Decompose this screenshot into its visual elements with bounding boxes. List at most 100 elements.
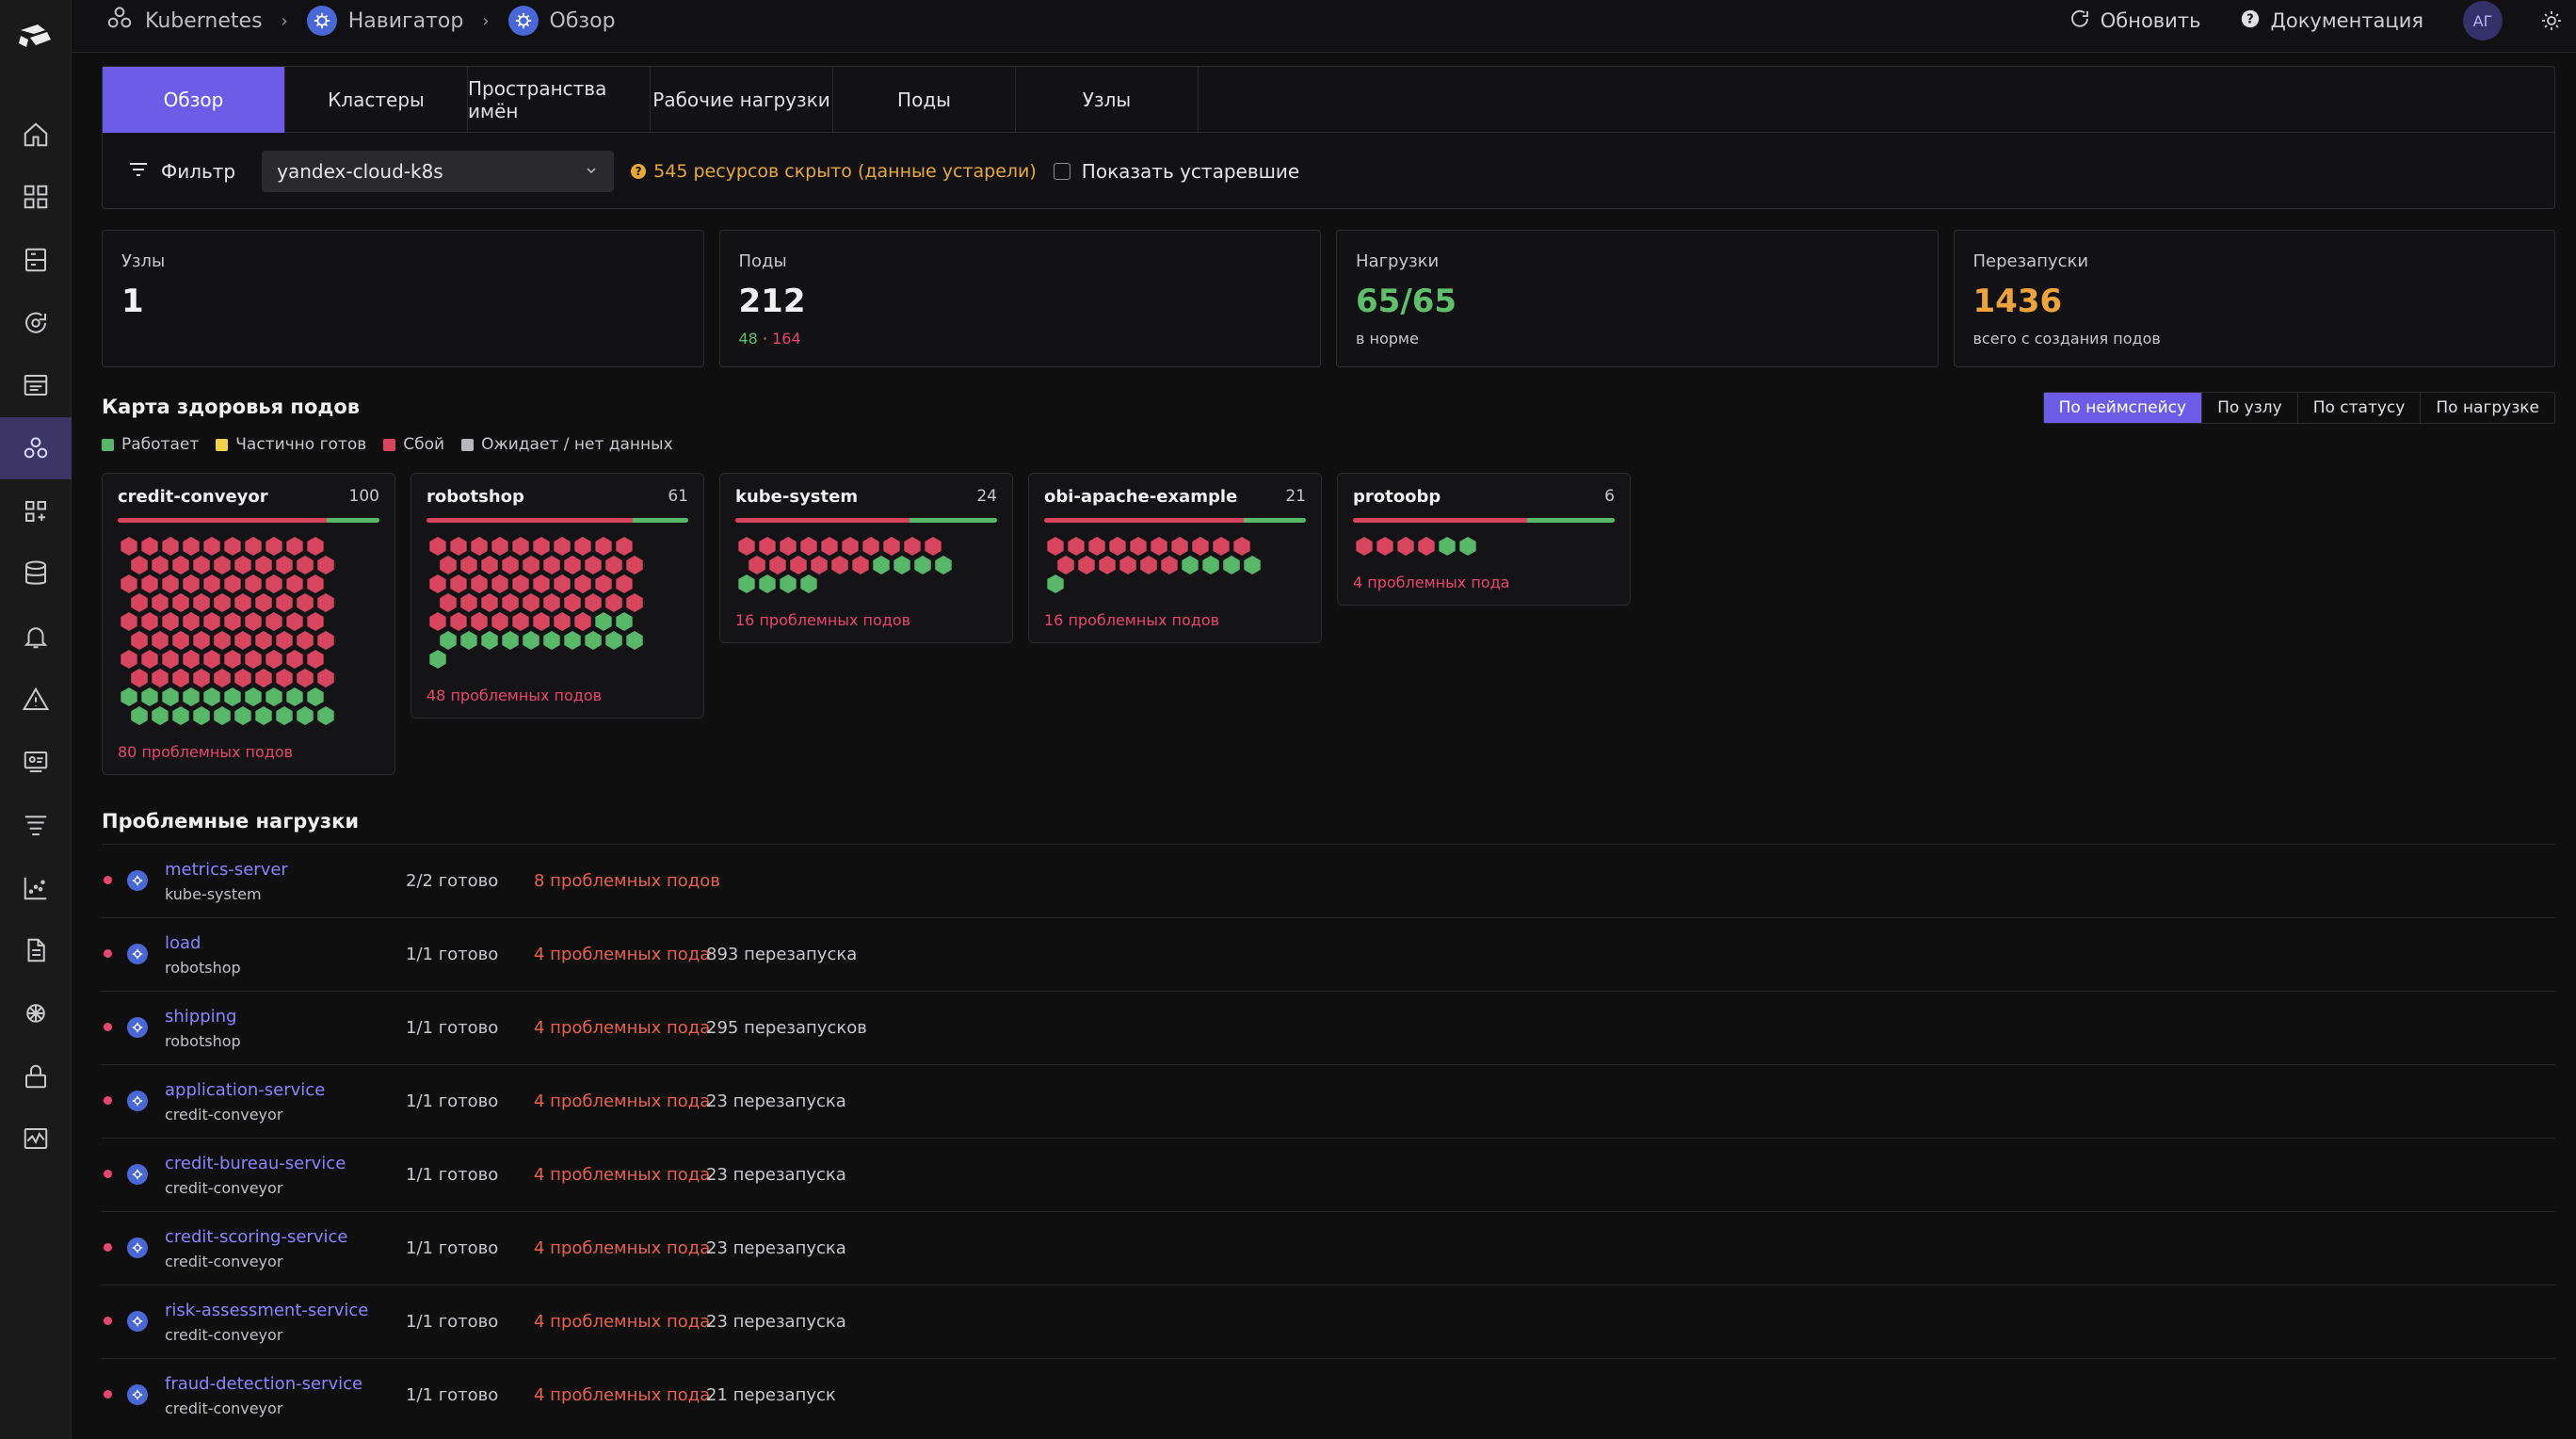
pod-hex[interactable] — [471, 537, 488, 556]
pod-hex[interactable] — [429, 574, 446, 593]
pod-hex[interactable] — [131, 706, 148, 725]
dashboard-grid-icon[interactable] — [0, 166, 72, 228]
pod-hex[interactable] — [738, 537, 755, 556]
pod-hex[interactable] — [429, 612, 446, 631]
documentation-button[interactable]: ? Документация — [2240, 8, 2423, 34]
pod-hex[interactable] — [1088, 537, 1105, 556]
pod-hex[interactable] — [1213, 537, 1230, 556]
pod-hex[interactable] — [141, 574, 158, 593]
pod-hex[interactable] — [141, 687, 158, 706]
pod-hex[interactable] — [131, 631, 148, 650]
pod-hex[interactable] — [554, 574, 571, 593]
pod-hex[interactable] — [1377, 537, 1393, 556]
pod-hex[interactable] — [481, 593, 498, 612]
pod-hex[interactable] — [1130, 537, 1147, 556]
checkbox-box[interactable] — [1053, 163, 1071, 180]
pod-hex[interactable] — [759, 537, 776, 556]
pod-hex[interactable] — [780, 574, 797, 593]
pod-hex[interactable] — [460, 593, 477, 612]
pod-hex[interactable] — [193, 556, 210, 574]
pod-hex[interactable] — [502, 593, 519, 612]
pod-hex[interactable] — [564, 593, 581, 612]
pod-hex[interactable] — [800, 537, 817, 556]
pod-hex[interactable] — [172, 593, 189, 612]
group-by-status-button[interactable]: По статусу — [2298, 393, 2422, 423]
pod-hex[interactable] — [460, 631, 477, 650]
activity-icon[interactable] — [0, 1108, 72, 1170]
pod-hex[interactable] — [203, 574, 220, 593]
pod-hex[interactable] — [429, 650, 446, 669]
pod-hex[interactable] — [440, 631, 457, 650]
pod-hex[interactable] — [276, 631, 293, 650]
pod-hex[interactable] — [512, 574, 529, 593]
layers-icon[interactable] — [0, 794, 72, 856]
home-icon[interactable] — [0, 104, 72, 166]
pod-hex[interactable] — [1182, 556, 1199, 574]
pod-hex[interactable] — [481, 631, 498, 650]
pod-hex[interactable] — [193, 669, 210, 687]
pod-hex[interactable] — [543, 593, 560, 612]
pod-hex[interactable] — [234, 593, 251, 612]
servers-icon[interactable] — [0, 229, 72, 291]
namespace-card[interactable]: kube-system 24 16 проблемных подов — [719, 473, 1013, 643]
pod-hex[interactable] — [307, 574, 324, 593]
pod-hex[interactable] — [491, 612, 508, 631]
pod-hex[interactable] — [214, 556, 231, 574]
pod-hex[interactable] — [172, 706, 189, 725]
workload-name-link[interactable]: risk-assessment-service — [165, 1301, 368, 1320]
problem-workload-row[interactable]: load robotshop 1/1 готово 4 проблемных пода… — [102, 917, 2555, 991]
pod-hex[interactable] — [152, 706, 169, 725]
pod-hex[interactable] — [738, 574, 755, 593]
database-icon[interactable] — [0, 542, 72, 605]
pod-hex[interactable] — [255, 706, 272, 725]
pod-hex[interactable] — [894, 556, 910, 574]
pod-hex[interactable] — [286, 687, 303, 706]
pod-hex[interactable] — [1439, 537, 1456, 556]
pod-hex[interactable] — [749, 556, 765, 574]
stat-card-pods[interactable]: Поды 212 48 · 164 — [718, 230, 1321, 367]
document-icon[interactable] — [0, 919, 72, 981]
pod-hex[interactable] — [533, 574, 550, 593]
pod-hex[interactable] — [481, 556, 498, 574]
pod-hex[interactable] — [203, 650, 220, 669]
pod-hex[interactable] — [564, 556, 581, 574]
pod-hex[interactable] — [523, 556, 539, 574]
pod-hex[interactable] — [811, 556, 828, 574]
pod-hex[interactable] — [585, 593, 602, 612]
tab-namespaces[interactable]: Пространства имён — [468, 67, 651, 133]
pod-hex[interactable] — [914, 556, 931, 574]
pod-hex[interactable] — [183, 687, 200, 706]
pod-hex[interactable] — [245, 650, 262, 669]
workload-name-link[interactable]: credit-bureau-service — [165, 1154, 346, 1173]
pod-hex[interactable] — [224, 612, 241, 631]
pod-hex[interactable] — [554, 612, 571, 631]
namespace-card[interactable]: obi-apache-example 21 16 проблемных подов — [1028, 473, 1322, 643]
pod-hex[interactable] — [626, 556, 643, 574]
pod-hex[interactable] — [790, 556, 807, 574]
workload-name-link[interactable]: credit-scoring-service — [165, 1227, 347, 1247]
pod-hex[interactable] — [780, 537, 797, 556]
pod-hex[interactable] — [626, 593, 643, 612]
pod-hex[interactable] — [1140, 556, 1157, 574]
pod-hex[interactable] — [286, 574, 303, 593]
pod-hex[interactable] — [429, 537, 446, 556]
pod-hex[interactable] — [297, 593, 314, 612]
pod-hex[interactable] — [1047, 537, 1064, 556]
pod-hex[interactable] — [626, 631, 643, 650]
problem-workload-row[interactable]: risk-assessment-service credit-conveyor 1/… — [102, 1285, 2555, 1358]
network-icon[interactable] — [0, 982, 72, 1044]
monitor-user-icon[interactable] — [0, 731, 72, 793]
pod-hex[interactable] — [297, 556, 314, 574]
pod-hex[interactable] — [1099, 556, 1116, 574]
group-by-node-button[interactable]: По узлу — [2202, 393, 2298, 423]
pod-hex[interactable] — [616, 537, 633, 556]
pod-hex[interactable] — [203, 537, 220, 556]
namespace-card[interactable]: credit-conveyor 100 80 проблемных подов — [102, 473, 395, 775]
pod-hex[interactable] — [800, 574, 817, 593]
pod-hex[interactable] — [121, 574, 137, 593]
pod-hex[interactable] — [307, 650, 324, 669]
pod-hex[interactable] — [121, 687, 137, 706]
pod-hex[interactable] — [183, 650, 200, 669]
pod-hex[interactable] — [1057, 556, 1074, 574]
pod-hex[interactable] — [1356, 537, 1373, 556]
